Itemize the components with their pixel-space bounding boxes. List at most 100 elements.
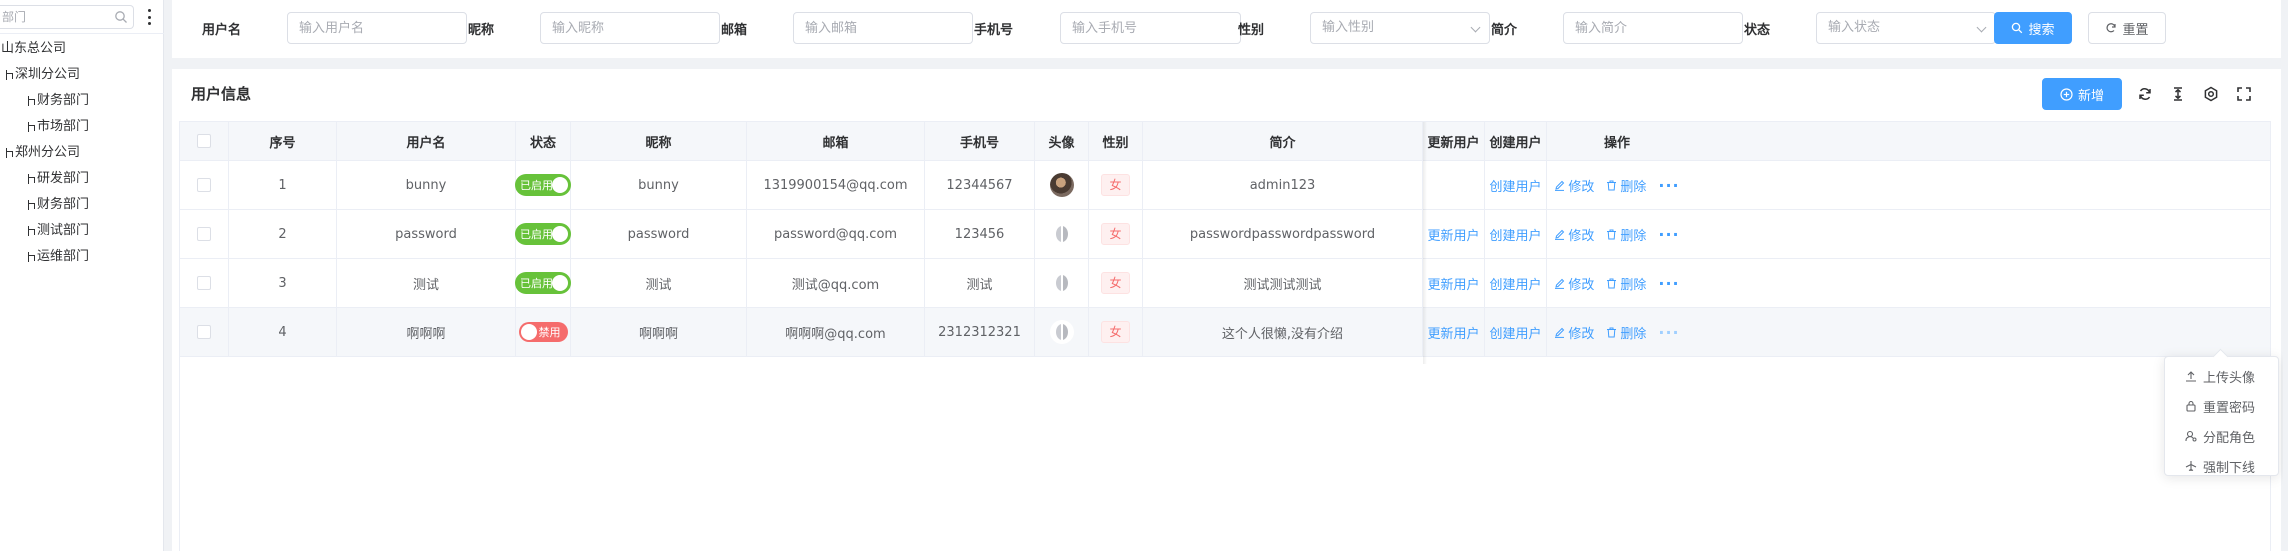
status-switch[interactable]: 已启用: [516, 175, 570, 195]
tree-node[interactable]: 郑州分公司: [0, 140, 164, 166]
edit-label: 修改: [1568, 326, 1595, 342]
intro-cell: admin123: [1143, 161, 1423, 209]
menu-item-label: 分配角色: [2203, 430, 2256, 446]
reset-button[interactable]: 重置: [2088, 12, 2166, 44]
edit-button[interactable]: 修改: [1554, 176, 1594, 195]
avatar[interactable]: [1049, 320, 1074, 344]
update-user-cell[interactable]: [1423, 161, 1485, 209]
row-checkbox[interactable]: [197, 276, 211, 290]
delete-button[interactable]: 删除: [1606, 274, 1646, 293]
header-email: 邮箱: [747, 122, 925, 160]
tree-node[interactable]: 运维部门: [0, 244, 164, 270]
department-search-input[interactable]: [0, 6, 110, 28]
trash-icon: [1607, 180, 1617, 190]
phone-input-wrap[interactable]: [1060, 12, 1241, 44]
edit-label: 修改: [1568, 179, 1595, 195]
menu-item-upload-avatar[interactable]: 上传头像: [2165, 361, 2278, 391]
tree-node[interactable]: 财务部门: [0, 88, 164, 114]
more-vertical-icon[interactable]: [143, 8, 155, 26]
status-label: 状态: [1744, 22, 1771, 38]
create-user-cell[interactable]: 创建用户: [1485, 161, 1547, 209]
tree-node[interactable]: 财务部门: [0, 192, 164, 218]
settings-icon[interactable]: [2203, 86, 2219, 102]
status-switch[interactable]: 禁用: [518, 322, 568, 342]
more-horizontal-icon[interactable]: ···: [1658, 323, 1679, 342]
more-horizontal-icon[interactable]: ···: [1658, 225, 1679, 244]
tree-node[interactable]: 深圳分公司: [0, 62, 164, 88]
edit-button[interactable]: 修改: [1554, 323, 1594, 342]
update-user-cell[interactable]: 更新用户: [1423, 259, 1485, 307]
update-user-cell[interactable]: 更新用户: [1423, 210, 1485, 258]
delete-button[interactable]: 删除: [1606, 176, 1646, 195]
intro-input-wrap[interactable]: [1563, 12, 1743, 44]
username-input[interactable]: [299, 13, 466, 43]
gender-select[interactable]: 输入性别: [1310, 12, 1490, 44]
avatar-cell: [1035, 161, 1089, 209]
tree-node[interactable]: 市场部门: [0, 114, 164, 140]
row-divider: [180, 356, 2270, 357]
menu-item-force-logout[interactable]: 强制下线: [2165, 451, 2278, 481]
search-button[interactable]: 搜索: [1994, 12, 2072, 44]
fullscreen-icon[interactable]: [2236, 86, 2252, 102]
tree-node[interactable]: 研发部门: [0, 166, 164, 192]
tree-node[interactable]: 测试部门: [0, 218, 164, 244]
update-user-cell[interactable]: 更新用户: [1423, 308, 1485, 356]
avatar[interactable]: [1049, 222, 1074, 246]
nickname-cell: 啊啊啊: [571, 308, 747, 356]
trash-icon: [1607, 278, 1617, 288]
edit-button[interactable]: 修改: [1554, 274, 1594, 293]
row-checkbox[interactable]: [197, 227, 211, 241]
edit-icon: [1555, 278, 1565, 289]
tree-node[interactable]: 山东总公司: [0, 36, 164, 62]
department-search[interactable]: [0, 5, 134, 29]
username-input-wrap[interactable]: [287, 12, 467, 44]
avatar[interactable]: [1049, 173, 1074, 197]
select-all-checkbox[interactable]: [197, 134, 211, 148]
email-input[interactable]: [805, 13, 972, 43]
intro-input[interactable]: [1575, 13, 1742, 43]
select-cell: [180, 259, 229, 307]
delete-label: 删除: [1620, 228, 1647, 244]
delete-button[interactable]: 删除: [1606, 225, 1646, 244]
status-switch[interactable]: 已启用: [516, 273, 570, 293]
table-row: 4 啊啊啊 禁用 啊啊啊 啊啊啊@qq.com 2312312321 女 这个人…: [180, 307, 2270, 356]
delete-button[interactable]: 删除: [1606, 323, 1646, 342]
lock-icon: [2186, 400, 2196, 412]
page-scrollbar[interactable]: [2283, 0, 2288, 551]
delete-label: 删除: [1620, 277, 1647, 293]
create-user-cell[interactable]: 创建用户: [1485, 259, 1547, 307]
search-button-label: 搜索: [2028, 22, 2055, 38]
create-user-cell[interactable]: 创建用户: [1485, 308, 1547, 356]
department-tree: 山东总公司 深圳分公司 财务部门 市场部门 郑州分公司 研发部门 财务部门 测试…: [0, 36, 164, 270]
search-icon[interactable]: [114, 10, 128, 28]
menu-item-reset-password[interactable]: 重置密码: [2165, 391, 2278, 421]
edit-icon: [1555, 180, 1565, 191]
nickname-input[interactable]: [552, 13, 719, 43]
avatar[interactable]: [1049, 271, 1074, 295]
delete-label: 删除: [1620, 179, 1647, 195]
tree-node-label: 财务部门: [37, 93, 90, 108]
create-user-cell[interactable]: 创建用户: [1485, 210, 1547, 258]
more-horizontal-icon[interactable]: ···: [1658, 176, 1679, 195]
select-cell: [180, 161, 229, 209]
username-cell: 测试: [337, 259, 516, 307]
phone-input[interactable]: [1072, 13, 1240, 43]
row-checkbox[interactable]: [197, 325, 211, 339]
more-horizontal-icon[interactable]: ···: [1658, 274, 1679, 293]
phone-label: 手机号: [974, 22, 1014, 38]
more-actions-menu: 上传头像 重置密码 分配角色 强制下线: [2164, 356, 2279, 476]
column-height-icon[interactable]: [2170, 86, 2186, 102]
status-switch[interactable]: 已启用: [516, 224, 570, 244]
menu-item-assign-role[interactable]: 分配角色: [2165, 421, 2278, 451]
refresh-icon[interactable]: [2137, 86, 2153, 102]
gender-select-placeholder: 输入性别: [1322, 20, 1375, 35]
username-cell: 啊啊啊: [337, 308, 516, 356]
nickname-cell: 测试: [571, 259, 747, 307]
status-select[interactable]: 输入状态: [1816, 12, 1996, 44]
row-checkbox[interactable]: [197, 178, 211, 192]
edit-button[interactable]: 修改: [1554, 225, 1594, 244]
add-user-button[interactable]: 新增: [2042, 78, 2122, 110]
nickname-cell: password: [571, 210, 747, 258]
nickname-input-wrap[interactable]: [540, 12, 720, 44]
email-input-wrap[interactable]: [793, 12, 973, 44]
